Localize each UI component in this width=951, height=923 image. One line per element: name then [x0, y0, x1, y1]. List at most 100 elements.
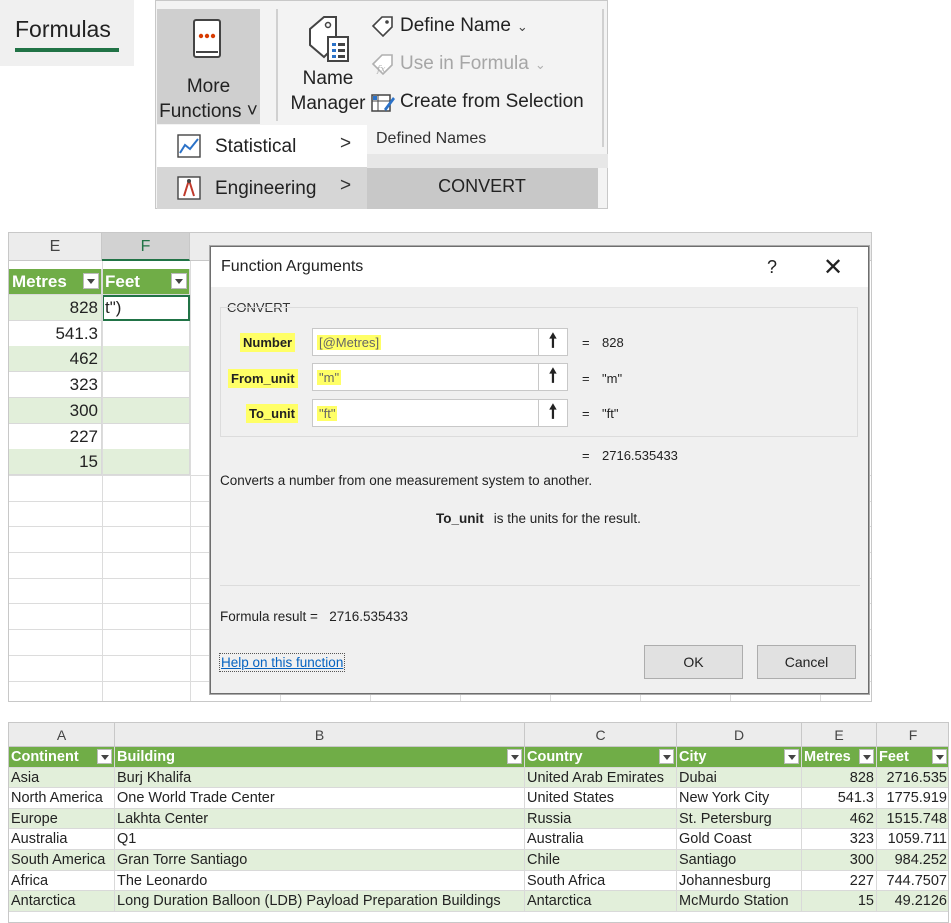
metres-cell[interactable]: 541.3 — [9, 320, 102, 347]
table-cell[interactable]: 323 — [802, 829, 877, 850]
name-manager-label-2[interactable]: Manager — [284, 93, 372, 115]
table-cell[interactable]: Europe — [9, 808, 115, 830]
name-manager-label-1[interactable]: Name — [290, 68, 366, 90]
filter-dropdown-icon[interactable] — [97, 749, 112, 764]
table-cell[interactable]: Santiago — [677, 850, 802, 871]
table-header-cell[interactable]: Building — [115, 747, 525, 768]
table-cell[interactable]: New York City — [677, 788, 802, 809]
table-cell[interactable]: 49.2126 — [877, 891, 948, 912]
column-header[interactable]: B — [115, 723, 525, 747]
table-cell[interactable]: South Africa — [525, 870, 677, 892]
column-header[interactable]: F — [877, 723, 948, 747]
filter-dropdown-icon[interactable] — [171, 273, 187, 289]
table-cell[interactable]: Dubai — [677, 767, 802, 789]
metres-cell[interactable]: 227 — [9, 423, 102, 450]
metres-cell[interactable]: 300 — [9, 397, 102, 424]
collapse-dialog-button[interactable]: 🠕 — [538, 399, 568, 427]
column-header[interactable]: E — [802, 723, 877, 747]
table-header-cell[interactable]: Continent — [9, 747, 115, 768]
filter-dropdown-icon[interactable] — [859, 749, 874, 764]
table-cell[interactable]: 984.252 — [877, 850, 948, 871]
table-cell[interactable]: Gran Torre Santiago — [115, 850, 525, 871]
feet-cell[interactable] — [102, 423, 190, 450]
table-cell[interactable]: Chile — [525, 850, 677, 871]
table-cell[interactable]: South America — [9, 850, 115, 871]
column-header[interactable]: C — [525, 723, 677, 747]
table-cell[interactable]: One World Trade Center — [115, 788, 525, 809]
collapse-dialog-button[interactable]: 🠕 — [538, 328, 568, 356]
column-header-f[interactable]: F — [102, 233, 190, 261]
header-cell-feet[interactable]: Feet — [102, 269, 190, 295]
table-cell[interactable]: 15 — [802, 891, 877, 912]
from-unit-input[interactable]: "m" — [312, 363, 540, 391]
to-unit-input[interactable]: "ft" — [312, 399, 540, 427]
create-from-selection-button[interactable]: Create from Selection — [370, 91, 584, 113]
filter-dropdown-icon[interactable] — [659, 749, 674, 764]
help-icon[interactable]: ? — [767, 257, 777, 278]
table-cell[interactable]: 828 — [802, 767, 877, 789]
table-cell[interactable]: North America — [9, 788, 115, 809]
cancel-button[interactable]: Cancel — [757, 645, 856, 679]
table-cell[interactable]: Long Duration Balloon (LDB) Payload Prep… — [115, 891, 525, 912]
header-cell-metres[interactable]: Metres — [9, 269, 102, 295]
metres-cell[interactable]: 828 — [9, 295, 102, 321]
filter-dropdown-icon[interactable] — [784, 749, 799, 764]
filter-dropdown-icon[interactable] — [507, 749, 522, 764]
table-cell[interactable]: Africa — [9, 870, 115, 892]
more-functions-button[interactable]: More Functions ˅ — [157, 9, 260, 124]
table-header-cell[interactable]: Feet — [877, 747, 948, 768]
feet-cell[interactable] — [102, 397, 190, 424]
filter-dropdown-icon[interactable] — [83, 273, 99, 289]
table-cell[interactable]: Australia — [525, 829, 677, 850]
menu-item-statistical[interactable]: Statistical > — [157, 125, 367, 167]
column-header[interactable]: D — [677, 723, 802, 747]
table-cell[interactable]: Antarctica — [525, 891, 677, 912]
column-header-e[interactable]: E — [9, 233, 102, 261]
dialog-titlebar[interactable]: Function Arguments ? ✕ — [211, 247, 868, 287]
feet-cell[interactable] — [102, 346, 190, 373]
table-cell[interactable]: United States — [525, 788, 677, 809]
metres-cell[interactable]: 462 — [9, 346, 102, 373]
table-cell[interactable]: 300 — [802, 850, 877, 871]
table-cell[interactable]: 1515.748 — [877, 808, 948, 830]
number-input[interactable]: [@Metres] — [312, 328, 540, 356]
feet-cell[interactable] — [102, 449, 190, 476]
table-cell[interactable]: Russia — [525, 808, 677, 830]
filter-dropdown-icon[interactable] — [932, 749, 947, 764]
feet-cell[interactable] — [102, 320, 190, 347]
metres-cell[interactable]: 15 — [9, 449, 102, 476]
table-cell[interactable]: The Leonardo — [115, 870, 525, 892]
column-header[interactable]: A — [9, 723, 115, 747]
help-on-function-link[interactable]: Help on this function — [219, 653, 346, 672]
define-name-button[interactable]: Define Name ⌄ — [370, 15, 528, 37]
feet-cell[interactable] — [102, 372, 190, 399]
table-cell[interactable]: Gold Coast — [677, 829, 802, 850]
table-cell[interactable]: 1059.711 — [877, 829, 948, 850]
table-cell[interactable]: 227 — [802, 870, 877, 892]
menu-item-engineering[interactable]: Engineering > — [157, 167, 367, 209]
active-cell-f2[interactable]: t") — [102, 295, 190, 321]
table-cell[interactable]: St. Petersburg — [677, 808, 802, 830]
table-cell[interactable]: Antarctica — [9, 891, 115, 912]
table-cell[interactable]: McMurdo Station — [677, 891, 802, 912]
table-cell[interactable]: 541.3 — [802, 788, 877, 809]
table-cell[interactable]: Lakhta Center — [115, 808, 525, 830]
table-cell[interactable]: 462 — [802, 808, 877, 830]
table-header-cell[interactable]: Country — [525, 747, 677, 768]
table-cell[interactable]: Q1 — [115, 829, 525, 850]
convert-menu-item[interactable]: CONVERT — [366, 168, 598, 209]
metres-cell[interactable]: 323 — [9, 372, 102, 399]
table-cell[interactable]: Burj Khalifa — [115, 767, 525, 789]
ok-button[interactable]: OK — [644, 645, 743, 679]
table-cell[interactable]: United Arab Emirates — [525, 767, 677, 789]
table-cell[interactable]: Australia — [9, 829, 115, 850]
formulas-tab[interactable]: Formulas — [0, 0, 134, 66]
table-cell[interactable]: Asia — [9, 767, 115, 789]
table-cell[interactable]: 2716.535 — [877, 767, 948, 789]
table-cell[interactable]: 744.7507 — [877, 871, 948, 892]
table-header-cell[interactable]: City — [677, 747, 802, 768]
table-cell[interactable]: Johannesburg — [677, 870, 802, 892]
close-icon[interactable]: ✕ — [823, 253, 843, 282]
collapse-dialog-button[interactable]: 🠕 — [538, 363, 568, 391]
table-header-cell[interactable]: Metres — [802, 747, 877, 768]
